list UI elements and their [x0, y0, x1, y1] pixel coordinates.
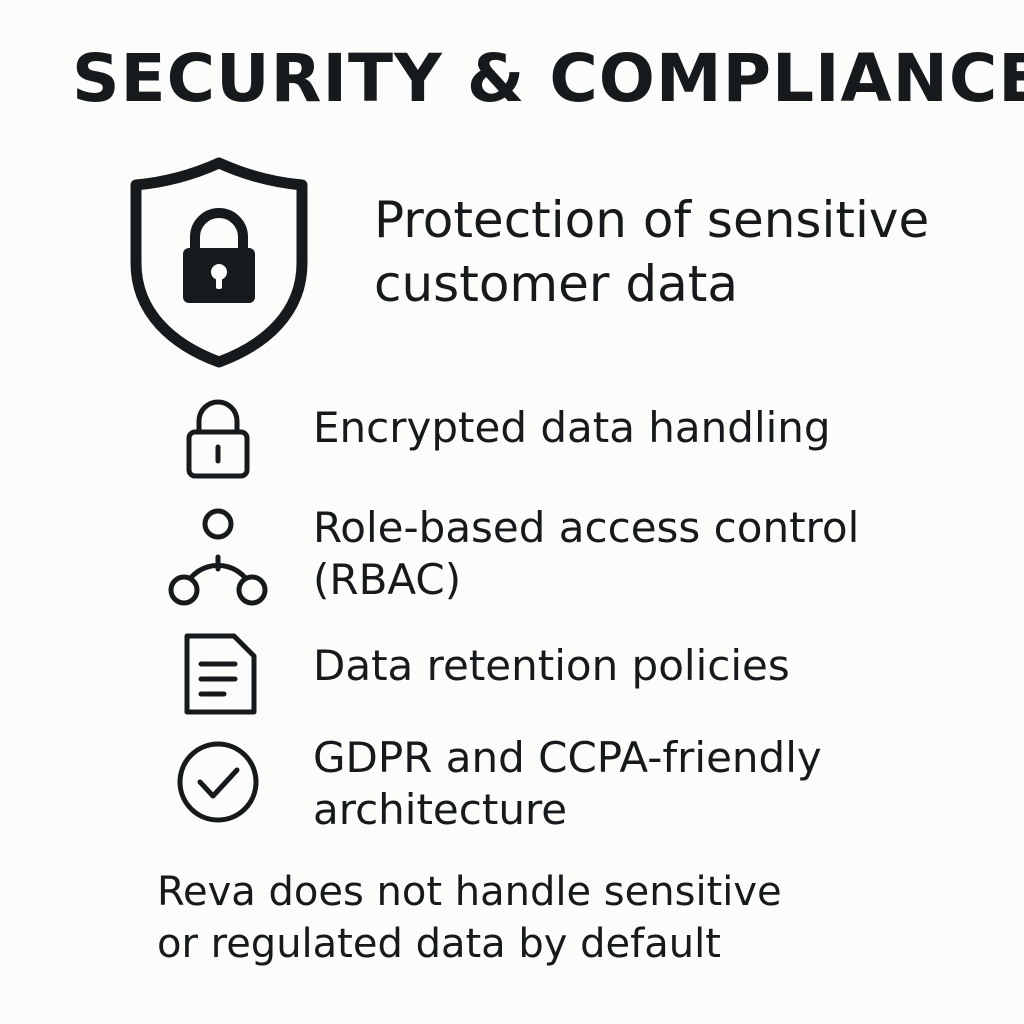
document-icon: [178, 632, 260, 718]
footer-line-2: or regulated data by default: [157, 921, 721, 967]
page: { "title": "SECURITY & COMPLIANCE", "her…: [0, 0, 1024, 1024]
feature-label: GDPR and CCPA-friendly: [313, 733, 822, 782]
feature-label: Role-based access control: [313, 503, 860, 552]
hero-text: Protection of sensitive customer data: [374, 188, 974, 316]
footer-line-1: Reva does not handle sensitive: [157, 869, 782, 915]
footer-note: Reva does not handle sensitive or regula…: [157, 866, 957, 970]
page-title: SECURITY & COMPLIANCE: [72, 40, 1024, 117]
feature-label: architecture: [313, 785, 568, 834]
feature-item-encrypted: Encrypted data handling: [313, 402, 993, 454]
check-circle-icon: [175, 738, 263, 826]
feature-item-retention: Data retention policies: [313, 640, 993, 692]
hero-line-1: Protection of sensitive: [374, 191, 930, 249]
lock-icon: [184, 397, 252, 481]
feature-label: Encrypted data handling: [313, 403, 831, 452]
role-hierarchy-icon: [167, 507, 269, 609]
feature-label: Data retention policies: [313, 641, 790, 690]
feature-item-rbac: Role-based access control (RBAC): [313, 502, 993, 606]
shield-lock-icon: [128, 155, 310, 370]
hero-line-2: customer data: [374, 255, 738, 313]
feature-label: (RBAC): [313, 555, 462, 604]
feature-item-gdpr: GDPR and CCPA-friendly architecture: [313, 732, 993, 836]
